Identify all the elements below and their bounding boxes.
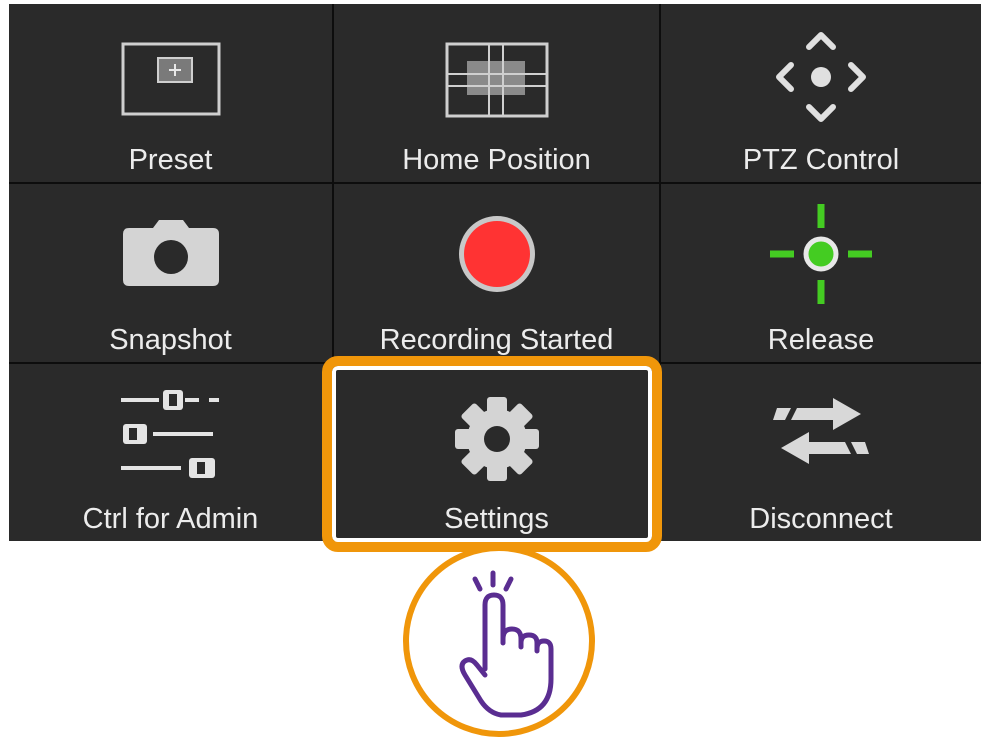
disconnect-label: Disconnect: [749, 503, 893, 535]
home-position-button[interactable]: Home Position: [334, 4, 661, 184]
release-button[interactable]: Release: [661, 184, 981, 364]
preset-icon: [121, 42, 221, 121]
camera-icon: [121, 218, 221, 293]
tap-hand-icon: [459, 570, 554, 718]
tap-indicator: [403, 545, 595, 737]
ctrl-for-admin-label: Ctrl for Admin: [82, 503, 259, 535]
home-position-icon: [445, 42, 549, 123]
record-icon: [455, 212, 539, 301]
ptz-arrows-icon: [766, 22, 876, 137]
preset-button[interactable]: Preset: [9, 4, 334, 184]
crosshair-icon: [766, 202, 876, 311]
snapshot-label: Snapshot: [109, 324, 232, 356]
settings-highlight: [322, 356, 662, 552]
recording-button[interactable]: Recording Started: [334, 184, 661, 364]
recording-label: Recording Started: [379, 324, 614, 356]
ctrl-for-admin-button[interactable]: Ctrl for Admin: [9, 364, 334, 541]
sliders-icon: [119, 382, 223, 487]
swap-arrows-icon: [771, 390, 871, 475]
ptz-control-button[interactable]: PTZ Control: [661, 4, 981, 184]
disconnect-button[interactable]: Disconnect: [661, 364, 981, 541]
preset-label: Preset: [128, 144, 213, 176]
home-position-label: Home Position: [402, 144, 591, 176]
snapshot-button[interactable]: Snapshot: [9, 184, 334, 364]
release-label: Release: [767, 324, 875, 356]
ptz-control-label: PTZ Control: [742, 144, 900, 176]
